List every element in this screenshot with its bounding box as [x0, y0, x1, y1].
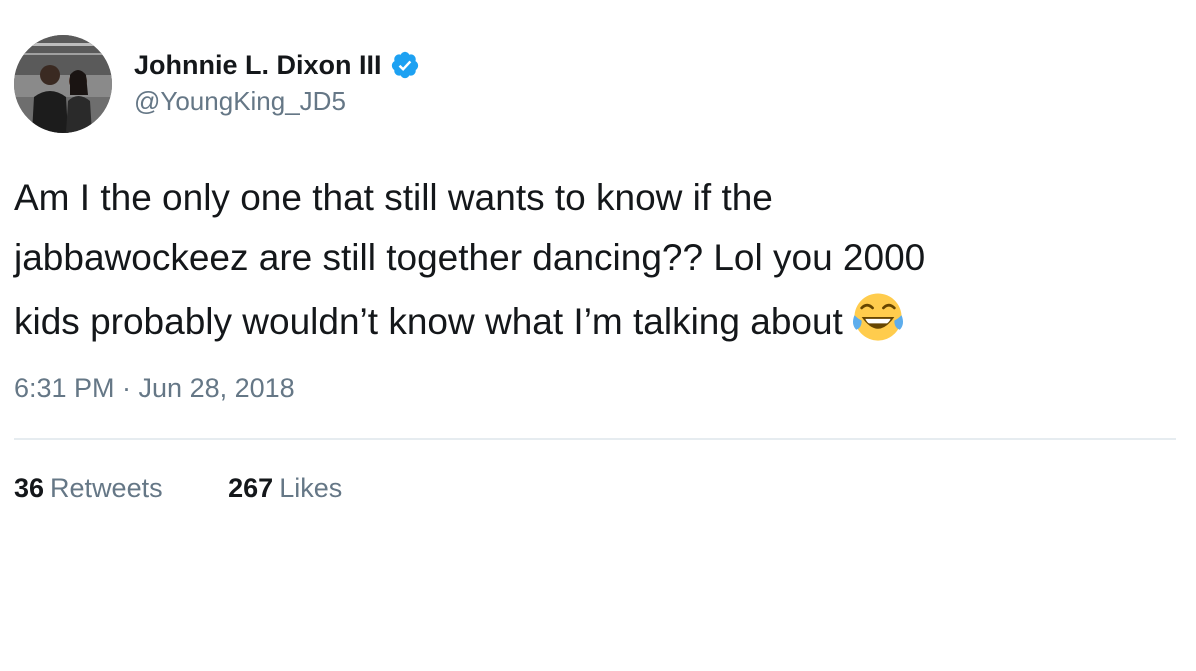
author-display-name[interactable]: Johnnie L. Dixon III [134, 50, 382, 81]
divider [14, 438, 1176, 440]
tweet-card: Johnnie L. Dixon III @YoungKing_JD5 Am I… [0, 0, 1196, 671]
avatar[interactable] [14, 35, 112, 133]
author-handle[interactable]: @YoungKing_JD5 [134, 86, 346, 117]
author-name-row: Johnnie L. Dixon III [134, 47, 420, 83]
tweet-text-line: Am I the only one that still wants to kn… [14, 177, 773, 218]
avatar-photo [14, 35, 112, 133]
tweet-text-line: kids probably wouldn’t know what I’m tal… [14, 301, 843, 342]
retweets-count: 36 [14, 473, 45, 503]
tweet-timestamp[interactable]: 6:31 PM · Jun 28, 2018 [14, 373, 295, 404]
verified-badge-icon [391, 51, 418, 79]
likes-stat[interactable]: 267 Likes [228, 473, 342, 504]
tweet-text-line: jabbawockeez are still together dancing?… [14, 237, 926, 278]
face-with-tears-of-joy-icon [852, 293, 903, 341]
likes-label: Likes [279, 473, 343, 503]
tweet-text: Am I the only one that still wants to kn… [14, 168, 1174, 352]
tweet-text-last-line: kids probably wouldn’t know what I’m tal… [14, 288, 1174, 352]
tweet-stats: 36 Retweets 267 Likes [14, 473, 342, 504]
retweets-stat[interactable]: 36 Retweets [14, 473, 163, 504]
retweets-label: Retweets [50, 473, 163, 503]
likes-count: 267 [228, 473, 274, 503]
